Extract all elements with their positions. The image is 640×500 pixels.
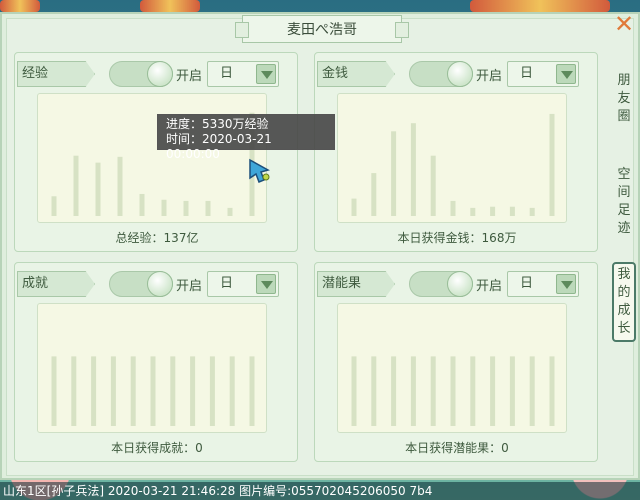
panel-caption: 本日获得潜能果：0 [405, 441, 509, 455]
chart-bar[interactable] [549, 113, 555, 216]
chart-bar[interactable] [371, 173, 377, 216]
panel-potential-fruit: 潜能果 开启 日 本日获得潜能果：0 [314, 262, 598, 462]
panel-tag: 潜能果 [317, 271, 395, 297]
chevron-down-icon[interactable] [556, 64, 576, 84]
chart-bar[interactable] [391, 356, 397, 426]
toggle-knob [447, 61, 473, 87]
chart-bar[interactable] [490, 206, 496, 216]
window-title: 麦田ぺ浩哥 [235, 15, 409, 43]
chart-bar[interactable] [71, 356, 77, 426]
period-select[interactable]: 日 [507, 61, 579, 87]
tooltip-progress: 进度：5330万经验 [166, 117, 269, 131]
panel-caption: 本日获得金钱：168万 [397, 231, 517, 245]
panel-caption: 本日获得成就：0 [111, 441, 203, 455]
chart-bar[interactable] [490, 356, 496, 426]
chart-bar[interactable] [170, 356, 176, 426]
top-decoration [470, 0, 610, 12]
toggle-knob [447, 271, 473, 297]
select-value: 日 [220, 66, 234, 81]
tab-label: 朋 友 圈 [617, 73, 631, 124]
panel-tag: 成就 [17, 271, 95, 297]
panel-toggle[interactable] [409, 61, 473, 87]
chart-area [337, 93, 567, 223]
chart-bar[interactable] [351, 198, 357, 216]
chart-bar[interactable] [139, 193, 145, 216]
panel-achievement: 成就 开启 日 本日获得成就：0 [14, 262, 298, 462]
chart-bar[interactable] [229, 356, 235, 426]
toggle-label: 开启 [476, 279, 503, 294]
chart-bar[interactable] [95, 162, 101, 216]
chart-bar[interactable] [73, 155, 79, 216]
chevron-down-icon[interactable] [256, 64, 276, 84]
panel-toggle[interactable] [109, 271, 173, 297]
toggle-label: 开启 [476, 69, 503, 84]
tab-my-growth[interactable]: 我 的 成 长 [612, 262, 636, 342]
panel-toggle[interactable] [109, 61, 173, 87]
tab-label: 空 间 足 迹 [617, 167, 631, 236]
tab-friends[interactable]: 朋 友 圈 [612, 72, 636, 126]
chart-bar[interactable] [91, 356, 97, 426]
chart-bar[interactable] [190, 356, 196, 426]
chart-bar[interactable] [183, 200, 189, 216]
chart-bar[interactable] [110, 356, 116, 426]
bar-chart [351, 113, 555, 216]
chart-bar[interactable] [450, 356, 456, 426]
chart-bar[interactable] [227, 207, 233, 216]
chart-bar[interactable] [51, 196, 57, 216]
chart-area [37, 303, 267, 433]
status-bar: 山东1区[孙子兵法] 2020-03-21 21:46:28 图片编号:0557… [0, 482, 640, 500]
close-icon[interactable]: ✕ [612, 12, 636, 36]
chart-bar[interactable] [391, 131, 397, 216]
select-value: 日 [520, 276, 534, 291]
panel-caption: 总经验：137亿 [115, 231, 199, 245]
chart-bar[interactable] [430, 155, 436, 216]
panel-money: 金钱 开启 日 本日获得金钱：168万 [314, 52, 598, 252]
toggle-label: 开启 [176, 69, 203, 84]
chart-bar[interactable] [410, 356, 416, 426]
period-select[interactable]: 日 [507, 271, 579, 297]
bar-chart [351, 356, 555, 426]
toggle-knob [147, 61, 173, 87]
chart-bar[interactable] [205, 200, 211, 216]
period-select[interactable]: 日 [207, 61, 279, 87]
toggle-label: 开启 [176, 279, 203, 294]
tab-space-footprint[interactable]: 空 间 足 迹 [612, 166, 636, 238]
chart-bar[interactable] [371, 356, 377, 426]
chart-bar[interactable] [117, 156, 123, 216]
chart-bar[interactable] [130, 356, 136, 426]
chart-bar[interactable] [209, 356, 215, 426]
chart-bar[interactable] [410, 123, 416, 216]
bar-tooltip: 进度：5330万经验 时间：2020-03-21 00:00:00 [157, 114, 335, 161]
top-decoration [0, 0, 40, 12]
chart-bar[interactable] [549, 356, 555, 426]
chart-bar[interactable] [529, 207, 535, 216]
top-decoration [140, 0, 200, 12]
tab-label: 我 的 成 长 [617, 267, 631, 336]
chevron-down-icon[interactable] [556, 274, 576, 294]
chart-bar[interactable] [470, 207, 476, 216]
toggle-knob [147, 271, 173, 297]
chart-bar[interactable] [509, 206, 515, 216]
chart-bar[interactable] [150, 356, 156, 426]
select-value: 日 [220, 276, 234, 291]
chart-bar[interactable] [509, 356, 515, 426]
chart-bar[interactable] [351, 356, 357, 426]
chevron-down-icon[interactable] [256, 274, 276, 294]
period-select[interactable]: 日 [207, 271, 279, 297]
chart-bar[interactable] [470, 356, 476, 426]
chart-bar[interactable] [249, 356, 255, 426]
chart-bar[interactable] [51, 356, 57, 426]
panel-toggle[interactable] [409, 271, 473, 297]
chart-area [337, 303, 567, 433]
chart-bar[interactable] [161, 199, 167, 216]
bar-chart [51, 356, 255, 426]
panel-tag: 经验 [17, 61, 95, 87]
panel-tag: 金钱 [317, 61, 395, 87]
chart-bar[interactable] [430, 356, 436, 426]
cursor-icon [249, 158, 270, 183]
chart-bar[interactable] [450, 200, 456, 216]
select-value: 日 [520, 66, 534, 81]
chart-bar[interactable] [529, 356, 535, 426]
